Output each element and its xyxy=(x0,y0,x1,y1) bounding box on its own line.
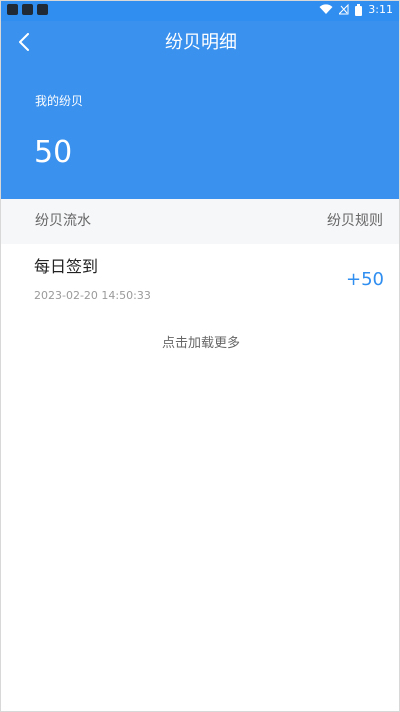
balance-label: 我的纷贝 xyxy=(35,94,84,108)
status-bar-left-icons xyxy=(7,4,48,15)
page-header: 纷贝明细 我的纷贝 50 xyxy=(1,21,399,199)
notification-icon xyxy=(22,4,33,15)
section-title-flow: 纷贝流水 xyxy=(35,213,91,229)
status-bar-right: 3:11 xyxy=(319,3,393,16)
balance-value: 50 xyxy=(34,135,73,170)
battery-icon xyxy=(355,3,363,16)
record-amount: +50 xyxy=(346,269,384,290)
record-time: 2023-02-20 14:50:33 xyxy=(34,289,151,302)
notification-icon xyxy=(37,4,48,15)
section-header: 纷贝流水 纷贝规则 xyxy=(1,199,399,244)
no-signal-icon xyxy=(339,4,349,15)
load-more-button[interactable]: 点击加载更多 xyxy=(1,335,399,353)
rules-link[interactable]: 纷贝规则 xyxy=(327,212,383,230)
record-title: 每日签到 xyxy=(34,257,99,276)
list-item: 每日签到 2023-02-20 14:50:33 +50 xyxy=(1,244,399,314)
status-time: 3:11 xyxy=(368,3,393,16)
wifi-icon xyxy=(319,4,333,15)
notification-icon xyxy=(7,4,18,15)
status-bar: 3:11 xyxy=(1,1,399,21)
app-frame: 3:11 纷贝明细 我的纷贝 50 纷贝流水 纷贝规则 每日签到 2023-02… xyxy=(0,0,400,712)
page-title: 纷贝明细 xyxy=(165,32,237,53)
